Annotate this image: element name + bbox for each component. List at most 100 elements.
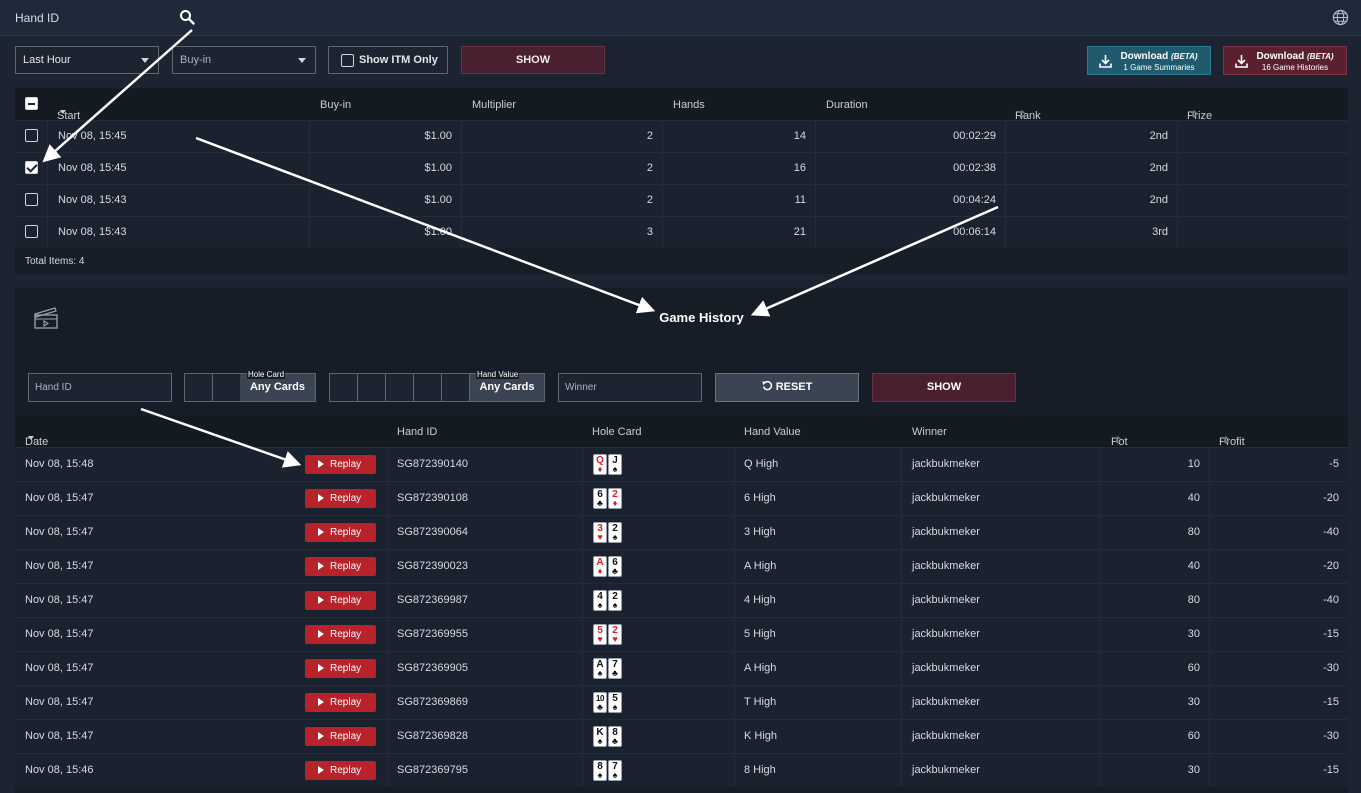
- card-slot[interactable]: [442, 374, 470, 401]
- row-checkbox[interactable]: [25, 225, 38, 238]
- play-icon: [318, 766, 324, 774]
- hole-card-filter[interactable]: Any Cards Hole Card: [184, 370, 316, 402]
- hand-id-search-input[interactable]: Hand ID: [15, 11, 59, 25]
- card-suit-icon: ♠: [612, 532, 618, 542]
- replay-button[interactable]: Replay: [305, 455, 376, 474]
- checkbox-box: [341, 54, 354, 67]
- replay-button[interactable]: Replay: [305, 591, 376, 610]
- chevron-down-icon: [298, 58, 306, 63]
- card-slot[interactable]: [213, 374, 241, 401]
- download-game-summaries-button[interactable]: Download (BETA) 1 Game Summaries: [1087, 46, 1211, 75]
- col-buyin: Buy-in: [320, 99, 352, 111]
- cell-hand-id: SG872369987: [387, 584, 582, 617]
- reset-button[interactable]: RESET: [715, 373, 859, 402]
- table-row[interactable]: Nov 08, 15:43 $1.00 2 11 00:04:24 2nd: [15, 184, 1348, 216]
- cell-hand-value: Q High: [734, 448, 901, 481]
- hand-row: Nov 08, 15:47 SG872369869 T High jackbukmek…: [15, 685, 1348, 719]
- replay-button[interactable]: Replay: [305, 659, 376, 678]
- cell-hands: 11: [662, 185, 815, 216]
- cell-hands: 16: [662, 153, 815, 184]
- replay-button[interactable]: Replay: [305, 557, 376, 576]
- replay-label: Replay: [330, 527, 362, 538]
- replay-button[interactable]: Replay: [305, 625, 376, 644]
- col-winner: Winner: [912, 426, 947, 438]
- row-checkbox[interactable]: [25, 161, 38, 174]
- buyin-select[interactable]: Buy-in: [172, 46, 316, 74]
- globe-icon[interactable]: [1332, 9, 1349, 26]
- cell-hand-value: T High: [734, 686, 901, 719]
- replay-button[interactable]: Replay: [305, 489, 376, 508]
- total-items: Total Items: 4: [25, 256, 85, 267]
- cell-pot: 60: [1100, 652, 1209, 685]
- cell-profit: -30: [1209, 720, 1348, 753]
- cell-pot: 60: [1100, 720, 1209, 753]
- cell-date: Nov 08, 15:47: [25, 560, 94, 572]
- replay-label: Replay: [330, 731, 362, 742]
- cell-prize: [1177, 153, 1348, 184]
- search-icon[interactable]: [179, 9, 195, 25]
- select-all-checkbox[interactable]: [25, 97, 38, 110]
- cell-hand-id: SG872369869: [387, 686, 582, 719]
- cell-winner: jackbukmeker: [901, 550, 1100, 583]
- row-checkbox[interactable]: [25, 193, 38, 206]
- cell-hand-id: SG872390064: [387, 516, 582, 549]
- period-select[interactable]: Last Hour: [15, 46, 159, 74]
- show-itm-only-checkbox[interactable]: Show ITM Only: [328, 46, 448, 74]
- playing-card: 2 ♠: [608, 590, 622, 611]
- card-suit-icon: ♥: [597, 532, 603, 542]
- cell-winner: jackbukmeker: [901, 448, 1100, 481]
- card-slot[interactable]: [330, 374, 358, 401]
- table-row[interactable]: Nov 08, 15:43 $1.00 3 21 00:06:14 3rd: [15, 216, 1348, 248]
- hand-value-filter[interactable]: Any Cards Hand Value: [329, 370, 545, 402]
- cell-winner: jackbukmeker: [901, 516, 1100, 549]
- cell-hands: 21: [662, 217, 815, 248]
- card-suit-icon: ♠: [597, 770, 603, 780]
- show-itm-only-label: Show ITM Only: [359, 54, 438, 66]
- cell-winner: jackbukmeker: [901, 720, 1100, 753]
- playing-card: 7 ♣: [608, 658, 622, 679]
- row-checkbox[interactable]: [25, 129, 38, 142]
- hole-card-label: Hole Card: [247, 370, 286, 379]
- table-row[interactable]: Nov 08, 15:45 $1.00 2 14 00:02:29 2nd: [15, 120, 1348, 152]
- replay-button[interactable]: Replay: [305, 727, 376, 746]
- replay-button[interactable]: Replay: [305, 693, 376, 712]
- top-bar: Hand ID: [0, 0, 1361, 36]
- cell-winner: jackbukmeker: [901, 686, 1100, 719]
- replay-label: Replay: [330, 459, 362, 470]
- play-icon: [318, 664, 324, 672]
- hand-id-input[interactable]: Hand ID: [28, 373, 172, 402]
- show-hands-button[interactable]: SHOW: [872, 373, 1016, 402]
- sort-icon: [1223, 436, 1229, 445]
- download-game-histories-button[interactable]: Download (BETA) 16 Game Histories: [1223, 46, 1347, 75]
- playing-card: 6 ♣: [593, 488, 607, 509]
- reset-icon: [762, 380, 772, 391]
- replay-label: Replay: [330, 493, 362, 504]
- tournament-table: Start Time Buy-in Multiplier Hands Durat…: [15, 88, 1348, 274]
- card-slot[interactable]: [185, 374, 213, 401]
- play-icon: [318, 562, 324, 570]
- table-row[interactable]: Nov 08, 15:45 $1.00 2 16 00:02:38 2nd: [15, 152, 1348, 184]
- winner-input[interactable]: Winner: [558, 373, 702, 402]
- card-suit-icon: ♥: [597, 634, 603, 644]
- sort-desc-icon: [60, 110, 66, 114]
- cell-hand-value: A High: [734, 550, 901, 583]
- sort-icon: [1191, 110, 1197, 119]
- table-header: Start Time Buy-in Multiplier Hands Durat…: [15, 88, 1348, 134]
- card-suit-icon: ♣: [597, 702, 603, 712]
- cell-profit: -40: [1209, 516, 1348, 549]
- play-icon: [318, 732, 324, 740]
- replay-button[interactable]: Replay: [305, 523, 376, 542]
- playing-card: 5 ♥: [593, 624, 607, 645]
- download-title: Download (BETA): [1120, 51, 1198, 62]
- game-history-panel: Game History Hand ID Any Cards Hole Card…: [15, 288, 1348, 793]
- cell-hand-value: 3 High: [734, 516, 901, 549]
- cell-profit: -20: [1209, 482, 1348, 515]
- card-slot[interactable]: [358, 374, 386, 401]
- col-hands: Hands: [673, 99, 705, 111]
- card-slot[interactable]: [414, 374, 442, 401]
- cell-date: Nov 08, 15:47: [25, 628, 94, 640]
- show-button[interactable]: SHOW: [461, 46, 605, 74]
- replay-button[interactable]: Replay: [305, 761, 376, 780]
- card-slot[interactable]: [386, 374, 414, 401]
- cell-hand-id: SG872369955: [387, 618, 582, 651]
